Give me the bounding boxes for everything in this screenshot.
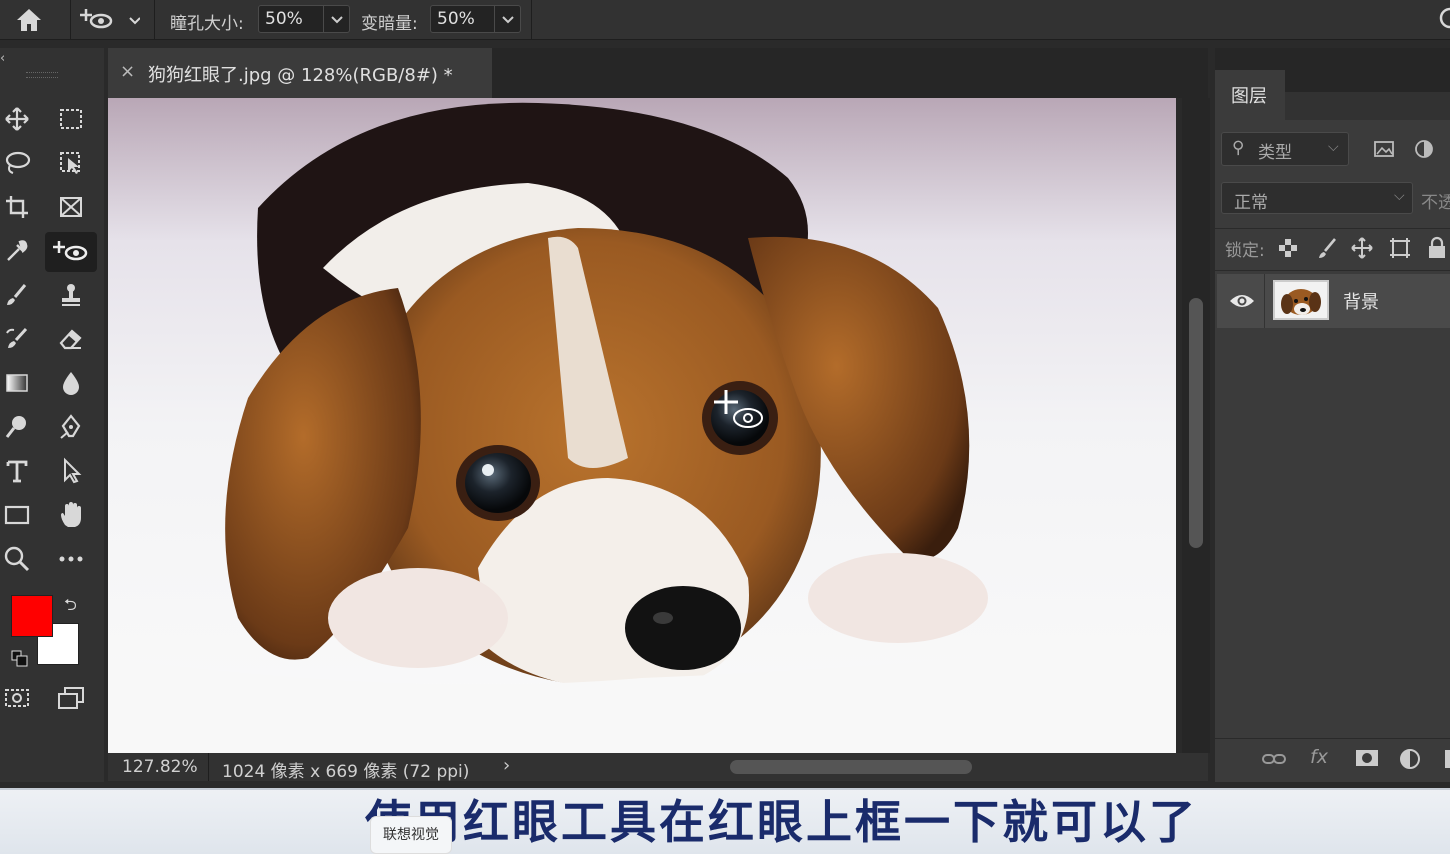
foreground-color-swatch[interactable] xyxy=(11,595,53,637)
close-icon[interactable]: × xyxy=(120,61,135,82)
lasso-icon[interactable] xyxy=(0,144,37,182)
grip-icon[interactable] xyxy=(26,72,58,78)
blend-mode-value[interactable]: 正常 xyxy=(1234,188,1268,213)
darken-amount-label: 变暗量: xyxy=(361,14,418,34)
lock-artboard-icon[interactable] xyxy=(1388,236,1412,264)
watermark-badge: 联想视觉 xyxy=(370,816,452,854)
chevron-down-icon[interactable] xyxy=(323,6,349,32)
link-icon[interactable] xyxy=(1261,748,1287,774)
eyedropper-icon[interactable] xyxy=(0,232,37,270)
search-icon: ⚲ xyxy=(1232,138,1245,158)
lock-position-icon[interactable] xyxy=(1350,236,1374,264)
chevron-down-icon: ⌵ xyxy=(1328,139,1339,155)
image-filter-icon[interactable] xyxy=(1373,138,1395,164)
pupil-size-value[interactable]: 50% xyxy=(265,9,303,29)
screen-mode-icon[interactable] xyxy=(51,679,91,717)
collapse-arrow-icon[interactable]: ‹ xyxy=(0,51,5,66)
eraser-icon[interactable] xyxy=(51,320,91,358)
layer-name[interactable]: 背景 xyxy=(1343,288,1379,314)
stamp-icon[interactable] xyxy=(51,276,91,314)
chevron-down-icon[interactable] xyxy=(494,6,520,32)
default-colors-icon[interactable] xyxy=(11,650,29,672)
filter-kind-select[interactable]: ⚲ 类型 ⌵ xyxy=(1221,132,1349,166)
tab-layers[interactable]: 图层 xyxy=(1215,70,1285,120)
horizontal-scroll-thumb[interactable] xyxy=(730,760,972,774)
eye-icon[interactable] xyxy=(1229,292,1255,314)
tab-layers-label[interactable]: 图层 xyxy=(1231,82,1267,108)
blur-icon[interactable] xyxy=(51,364,91,402)
red-eye-tool-icon[interactable] xyxy=(45,232,97,272)
darken-amount-value[interactable]: 50% xyxy=(437,9,475,29)
puppy-photo xyxy=(108,98,1176,753)
vertical-scroll-thumb[interactable] xyxy=(1189,298,1203,548)
layer-row[interactable]: 背景 xyxy=(1217,274,1450,328)
fx-icon[interactable]: fx xyxy=(1310,746,1328,768)
chevron-down-icon: ⌵ xyxy=(1394,188,1405,204)
marquee-icon[interactable] xyxy=(51,100,91,138)
lock-transparent-icon[interactable] xyxy=(1278,238,1298,262)
hand-icon[interactable] xyxy=(51,496,91,534)
blend-mode-select[interactable]: 正常 ⌵ xyxy=(1221,182,1413,214)
document-canvas[interactable] xyxy=(108,98,1176,753)
rectangle-icon[interactable] xyxy=(0,496,37,534)
pupil-size-label: 瞳孔大小: xyxy=(170,14,244,34)
chevron-right-icon[interactable]: › xyxy=(503,755,510,776)
crop-icon[interactable] xyxy=(0,188,37,226)
dodge-icon[interactable] xyxy=(0,408,37,446)
red-eye-tool-preset-icon[interactable] xyxy=(80,4,141,38)
history-brush-icon[interactable] xyxy=(0,320,37,358)
zoom-level[interactable]: 127.82% xyxy=(122,757,198,777)
vertical-scrollbar[interactable] xyxy=(1182,98,1210,753)
lock-all-icon[interactable] xyxy=(1427,236,1447,264)
type-icon[interactable] xyxy=(0,452,37,490)
lock-pixels-icon[interactable] xyxy=(1315,236,1339,264)
move-icon[interactable] xyxy=(0,100,37,138)
gradient-icon[interactable] xyxy=(0,364,37,402)
search-icon[interactable] xyxy=(1436,6,1450,36)
document-tab-title[interactable]: 狗狗红眼了.jpg @ 128%(RGB/8#) * xyxy=(148,61,453,87)
object-select-icon[interactable] xyxy=(51,144,91,182)
status-bar: 127.82% 1024 像素 x 669 像素 (72 ppi) › xyxy=(108,753,1208,782)
pupil-size-field[interactable]: 50% xyxy=(258,5,350,33)
lock-label: 锁定: xyxy=(1225,241,1265,261)
subtitle: 使用红眼工具在红眼上框一下就可以了 xyxy=(365,795,1198,849)
options-bar: 瞳孔大小: 50% 变暗量: 50% xyxy=(0,0,1450,40)
adjustment-filter-icon[interactable] xyxy=(1413,138,1435,164)
swap-colors-icon[interactable]: ⮌ xyxy=(64,594,77,621)
more-icon[interactable] xyxy=(51,540,91,578)
zoom-icon[interactable] xyxy=(0,540,37,578)
brush-icon[interactable] xyxy=(0,276,37,314)
filter-kind-label: 类型 xyxy=(1258,143,1292,163)
layer-thumbnail xyxy=(1273,280,1329,320)
pen-icon[interactable] xyxy=(51,408,91,446)
frame-icon[interactable] xyxy=(51,188,91,226)
home-icon[interactable] xyxy=(14,6,44,38)
video-caption-bar: 使用红眼工具在红眼上框一下就可以了 联想视觉 xyxy=(0,788,1450,854)
document-tab[interactable]: × 狗狗红眼了.jpg @ 128%(RGB/8#) * xyxy=(108,48,492,98)
mask-icon[interactable] xyxy=(1355,748,1379,772)
opacity-label: 不透 xyxy=(1421,193,1450,213)
quick-mask-icon[interactable] xyxy=(0,679,37,717)
path-select-icon[interactable] xyxy=(51,452,91,490)
document-info: 1024 像素 x 669 像素 (72 ppi) xyxy=(222,762,470,782)
tools-panel: ‹ ⮌ xyxy=(0,48,104,782)
layers-panel: 图层 ⚲ 类型 ⌵ 正常 ⌵ 不透 锁定: 背景 fx xyxy=(1215,48,1450,782)
adjustment-icon[interactable] xyxy=(1399,748,1423,776)
new-group-icon[interactable] xyxy=(1445,750,1450,768)
darken-amount-field[interactable]: 50% xyxy=(430,5,521,33)
